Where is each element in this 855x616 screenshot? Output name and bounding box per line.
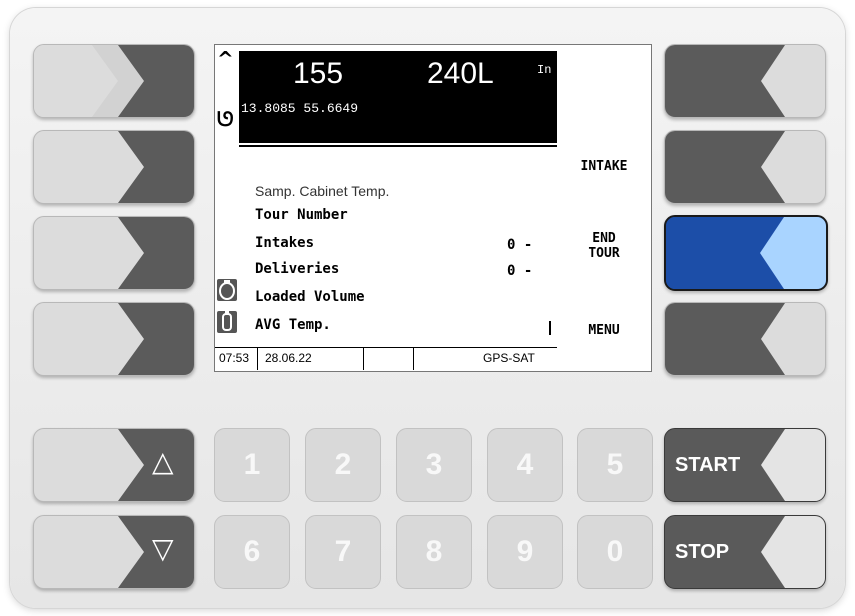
key-8[interactable]: 8 <box>396 515 472 589</box>
status-bar: 07:53 28.06.22 GPS-SAT <box>215 347 557 370</box>
down-button[interactable]: ▽ <box>33 515 195 589</box>
chevron-left-icon <box>666 217 826 289</box>
right-softkey-1[interactable] <box>664 44 826 118</box>
end-tour-line-1: END <box>592 231 616 246</box>
header-bar: 155 240L In 13.8085 55.6649 <box>239 51 557 143</box>
scroll-up-icon[interactable]: ^ <box>217 47 234 71</box>
key-6[interactable]: 6 <box>214 515 290 589</box>
up-arrow-icon: △ <box>152 445 174 478</box>
key-0[interactable]: 0 <box>577 515 653 589</box>
status-time: 07:53 <box>219 351 250 365</box>
left-softkey-3[interactable] <box>33 216 195 290</box>
end-tour-line-2: TOUR <box>588 246 620 261</box>
intakes-value: 0 - <box>507 237 533 253</box>
left-softkey-2[interactable] <box>33 130 195 204</box>
status-divider <box>257 348 258 370</box>
right-softkey-4[interactable] <box>664 302 826 376</box>
samp-cabinet-temp-label: Samp. Cabinet Temp. <box>255 183 390 199</box>
left-softkey-1[interactable] <box>33 44 195 118</box>
gps-coordinates: 13.8085 55.6649 <box>241 101 359 116</box>
right-softkey-end-tour[interactable] <box>664 215 828 291</box>
menu-item-menu[interactable]: MENU <box>557 323 651 338</box>
start-label: START <box>675 454 741 476</box>
deliveries-value: 0 - <box>507 263 533 279</box>
display-screen: ^ ᘎ 155 240L In 13.8085 55.6649 Samp. Ca… <box>214 44 652 372</box>
right-softkey-2[interactable] <box>664 130 826 204</box>
avg-temp-value-clip <box>549 321 557 335</box>
start-button[interactable]: START <box>664 428 826 502</box>
tour-number-label: Tour Number <box>255 207 348 223</box>
chevron-right-icon <box>118 217 194 289</box>
scroll-down-icon[interactable]: ᘎ <box>217 107 234 131</box>
thermometer-icon <box>217 311 237 333</box>
key-4[interactable]: 4 <box>487 428 563 502</box>
down-arrow-icon: ▽ <box>152 532 174 565</box>
chevron-left-icon <box>665 303 785 375</box>
stop-button[interactable]: STOP <box>664 515 826 589</box>
intakes-label: Intakes <box>255 235 315 251</box>
header-volume: 240L <box>427 57 494 90</box>
key-2[interactable]: 2 <box>305 428 381 502</box>
chevron-right-icon <box>118 303 194 375</box>
chevron-left-icon <box>665 45 785 117</box>
stop-label: STOP <box>675 541 730 563</box>
chevron-right-icon <box>118 131 194 203</box>
key-5[interactable]: 5 <box>577 428 653 502</box>
status-divider <box>363 348 364 370</box>
status-gps: GPS-SAT <box>483 351 535 365</box>
status-divider <box>413 348 414 370</box>
menu-item-intake[interactable]: INTAKE <box>557 159 651 174</box>
chevron-left-icon <box>665 131 785 203</box>
header-divider <box>239 145 557 147</box>
left-softkey-4[interactable] <box>33 302 195 376</box>
key-1[interactable]: 1 <box>214 428 290 502</box>
loaded-volume-label: Loaded Volume <box>255 289 365 305</box>
menu-item-end-tour[interactable]: END TOUR <box>557 231 651 261</box>
chevron-right-icon <box>34 45 194 117</box>
header-value-1: 155 <box>293 57 344 90</box>
status-date: 28.06.22 <box>265 351 312 365</box>
header-mode-label: In <box>537 63 552 77</box>
deliveries-label: Deliveries <box>255 261 340 277</box>
tank-icon <box>217 279 237 301</box>
key-9[interactable]: 9 <box>487 515 563 589</box>
softkey-menu: INTAKE END TOUR MENU <box>557 45 651 371</box>
avg-temp-label: AVG Temp. <box>255 317 331 333</box>
key-7[interactable]: 7 <box>305 515 381 589</box>
key-3[interactable]: 3 <box>396 428 472 502</box>
up-button[interactable]: △ <box>33 428 195 502</box>
